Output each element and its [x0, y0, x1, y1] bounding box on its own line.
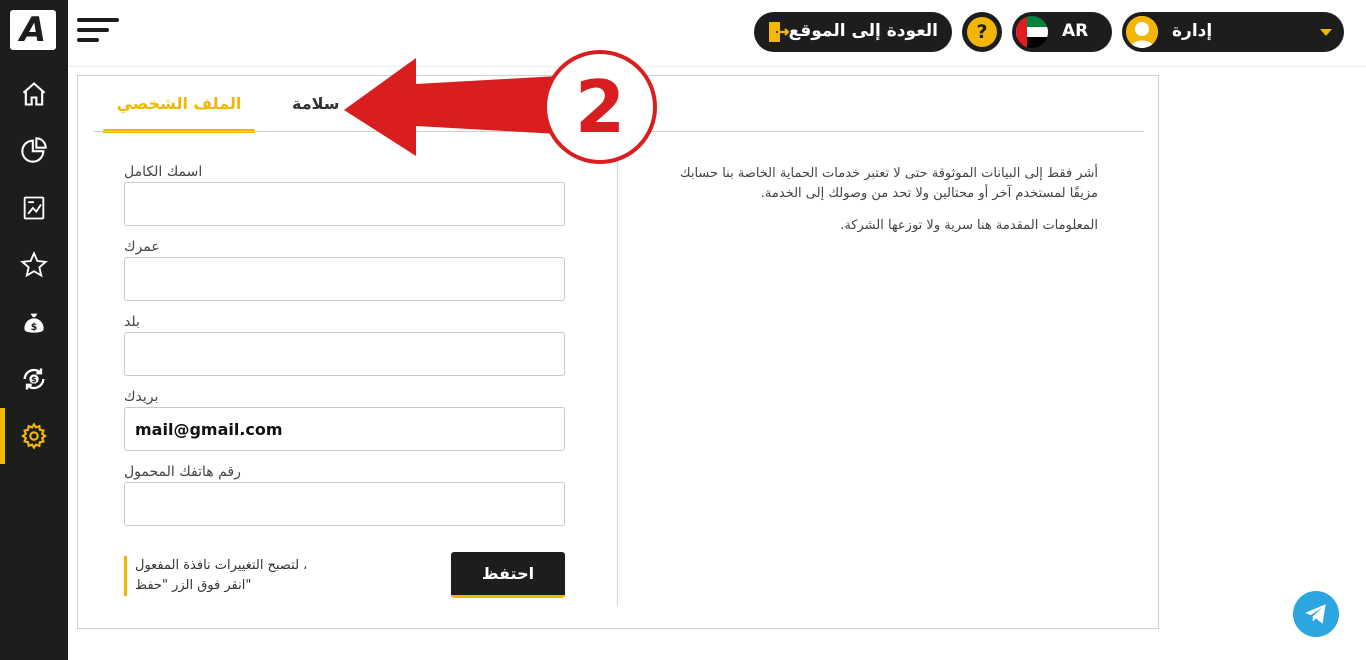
sidebar-item-stats[interactable]	[0, 122, 68, 178]
exit-door-icon	[769, 22, 790, 42]
full-name-label: اسمك الكامل	[124, 164, 203, 180]
exchange-icon: $	[23, 368, 45, 390]
sidebar-item-exchange[interactable]: $	[0, 351, 68, 407]
pie-chart-icon	[21, 137, 47, 163]
avatar	[1126, 16, 1158, 48]
back-to-site-button[interactable]: العودة إلى الموقع	[754, 12, 952, 52]
sidebar-item-finance[interactable]: $	[0, 295, 68, 351]
save-hint-line2: انقر فوق الزر "حفظ"	[135, 578, 252, 593]
save-hint: لتصبح التغييرات نافذة المفعول ، انقر فوق…	[124, 556, 354, 596]
header-divider	[68, 66, 1366, 67]
back-to-site-label: العودة إلى الموقع	[788, 21, 938, 41]
help-icon: ?	[967, 17, 997, 47]
help-button[interactable]: ?	[962, 12, 1002, 52]
sidebar: A $ $	[0, 0, 68, 660]
language-label: AR	[1062, 21, 1089, 41]
user-name: إدارة	[1172, 21, 1213, 41]
sidebar-item-reports[interactable]	[0, 180, 68, 236]
chevron-down-icon	[1320, 29, 1332, 36]
age-label: عمرك	[124, 239, 160, 255]
star-icon	[20, 251, 48, 278]
svg-text:$: $	[31, 322, 38, 333]
info-panel: أشر فقط إلى البيانات الموثوقة حتى لا تعت…	[658, 164, 1098, 248]
country-input[interactable]	[124, 332, 565, 376]
country-label: بلد	[124, 314, 140, 330]
annotation-number: 2	[575, 65, 625, 149]
email-label: بريدك	[124, 389, 159, 405]
sidebar-item-settings[interactable]	[0, 408, 68, 464]
save-hint-line1: لتصبح التغييرات نافذة المفعول ،	[135, 558, 308, 573]
user-menu[interactable]: إدارة	[1122, 12, 1344, 52]
money-bag-icon: $	[24, 313, 44, 333]
info-paragraph-2: المعلومات المقدمة هنا سرية ولا توزعها ال…	[840, 218, 1098, 233]
svg-text:$: $	[31, 374, 37, 384]
language-selector[interactable]: AR	[1012, 12, 1112, 52]
annotation-arrow: 2	[344, 50, 657, 164]
tab-security[interactable]: سلامة	[292, 94, 340, 113]
menu-toggle-button[interactable]	[77, 18, 119, 44]
email-input[interactable]	[124, 407, 565, 451]
sidebar-item-home[interactable]	[0, 66, 68, 122]
telegram-icon	[1305, 604, 1326, 624]
telegram-button[interactable]	[1293, 591, 1339, 637]
age-input[interactable]	[124, 257, 565, 301]
tab-profile[interactable]: الملف الشخصي	[103, 94, 255, 133]
report-icon	[23, 196, 45, 220]
save-button[interactable]: احتفظ	[451, 552, 565, 598]
uae-flag-icon	[1016, 16, 1048, 48]
column-divider	[617, 151, 618, 607]
home-icon	[22, 82, 46, 106]
sidebar-item-favorites[interactable]	[0, 237, 68, 293]
phone-input[interactable]	[124, 482, 565, 526]
app-logo[interactable]: A	[10, 10, 56, 50]
info-paragraph-1: أشر فقط إلى البيانات الموثوقة حتى لا تعت…	[679, 166, 1098, 201]
phone-label: رقم هاتفك المحمول	[124, 464, 241, 480]
gear-icon	[21, 422, 47, 450]
full-name-input[interactable]	[124, 182, 565, 226]
